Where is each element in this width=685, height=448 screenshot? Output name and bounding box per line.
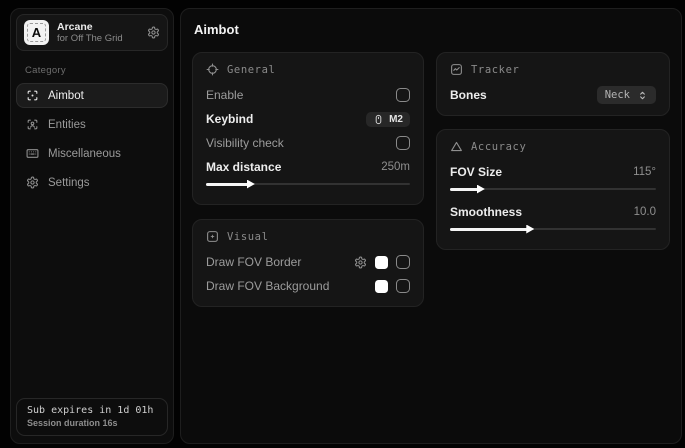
fov-background-color-swatch[interactable] <box>375 280 388 293</box>
smoothness-slider[interactable] <box>450 223 656 235</box>
main-panel: Aimbot General Enable <box>180 8 682 444</box>
triangle-icon <box>450 140 463 153</box>
card-title: Visual <box>227 231 269 243</box>
smoothness-label: Smoothness <box>450 205 522 219</box>
slider-thumb[interactable] <box>526 225 534 234</box>
app-subtitle: for Off The Grid <box>57 33 139 44</box>
fov-size-slider[interactable] <box>450 183 656 195</box>
fov-size-label: FOV Size <box>450 165 502 179</box>
max-distance-slider[interactable] <box>206 178 410 190</box>
sidebar-item-miscellaneous[interactable]: Miscellaneous <box>16 141 168 166</box>
tracker-card: Tracker Bones Neck <box>436 52 670 116</box>
fov-border-color-swatch[interactable] <box>375 256 388 269</box>
enable-label: Enable <box>206 88 243 102</box>
chevrons-up-down-icon <box>637 90 648 101</box>
gear-icon <box>26 176 39 189</box>
crosshair-icon <box>206 63 219 76</box>
keybind-value: M2 <box>389 114 403 125</box>
bones-value: Neck <box>605 89 630 101</box>
bones-select[interactable]: Neck <box>597 86 656 104</box>
sidebar-item-settings[interactable]: Settings <box>16 170 168 195</box>
fov-size-value: 115° <box>633 166 656 178</box>
bones-label: Bones <box>450 88 487 102</box>
crosshair-scan-icon <box>26 89 39 102</box>
draw-fov-border-label: Draw FOV Border <box>206 255 301 269</box>
sidebar-item-label: Aimbot <box>48 90 84 102</box>
slider-thumb[interactable] <box>477 185 485 194</box>
card-title: Accuracy <box>471 141 526 153</box>
brand-card: A Arcane for Off The Grid <box>16 14 168 51</box>
app-window: A Arcane for Off The Grid Category Aimbo… <box>0 0 685 448</box>
person-scan-icon <box>26 118 39 131</box>
keyboard-icon <box>26 147 39 160</box>
fov-border-checkbox[interactable] <box>396 255 410 269</box>
sidebar-item-label: Entities <box>48 119 86 131</box>
keybind-button[interactable]: M2 <box>366 112 410 127</box>
app-logo: A <box>24 20 49 45</box>
gear-icon[interactable] <box>147 26 160 39</box>
draw-fov-background-label: Draw FOV Background <box>206 279 329 293</box>
visibility-check-checkbox[interactable] <box>396 136 410 150</box>
sidebar-item-aimbot[interactable]: Aimbot <box>16 83 168 108</box>
card-title: General <box>227 64 275 76</box>
general-card: General Enable Keybind M2 <box>192 52 424 205</box>
keybind-label: Keybind <box>206 112 253 126</box>
fov-background-checkbox[interactable] <box>396 279 410 293</box>
accuracy-card: Accuracy FOV Size 115° Smoothness 10.0 <box>436 129 670 250</box>
sub-expiry-text: Sub expires in 1d 01h <box>27 405 157 416</box>
subscription-info: Sub expires in 1d 01h Session duration 1… <box>16 398 168 436</box>
enable-checkbox[interactable] <box>396 88 410 102</box>
sidebar-item-label: Settings <box>48 177 90 189</box>
smoothness-value: 10.0 <box>634 206 656 218</box>
app-name: Arcane <box>57 21 139 34</box>
sidebar-item-label: Miscellaneous <box>48 148 121 160</box>
gear-icon[interactable] <box>354 256 367 269</box>
session-duration-text: Session duration 16s <box>27 418 157 428</box>
max-distance-value: 250m <box>381 161 410 173</box>
activity-square-icon <box>450 63 463 76</box>
mouse-icon <box>373 114 384 125</box>
slider-thumb[interactable] <box>247 180 255 189</box>
sidebar: A Arcane for Off The Grid Category Aimbo… <box>10 8 174 444</box>
category-label: Category <box>25 65 168 76</box>
sparkle-square-icon <box>206 230 219 243</box>
visual-card: Visual Draw FOV Border Draw F <box>192 219 424 307</box>
max-distance-label: Max distance <box>206 160 281 174</box>
page-title: Aimbot <box>194 22 670 37</box>
sidebar-nav: Aimbot Entities Miscellaneous Settings <box>16 83 168 195</box>
card-title: Tracker <box>471 64 519 76</box>
sidebar-item-entities[interactable]: Entities <box>16 112 168 137</box>
visibility-check-label: Visibility check <box>206 136 284 150</box>
